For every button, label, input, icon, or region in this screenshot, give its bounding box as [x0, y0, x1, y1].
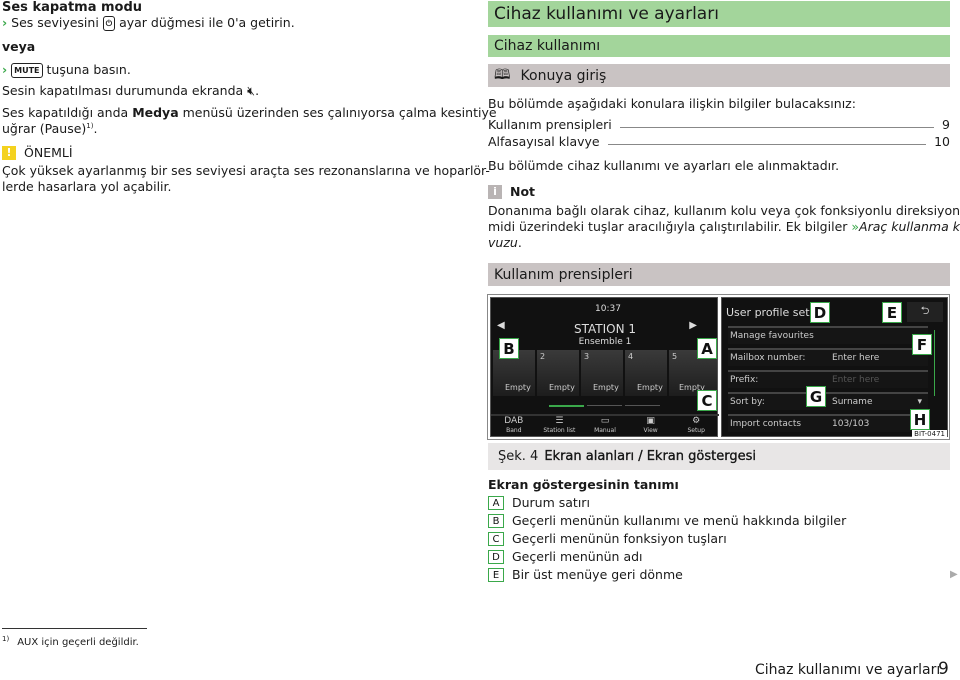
footer-title: Cihaz kullanımı ve ayarları	[755, 662, 941, 678]
radio-screen: 10:37 ◀ ▶ STATION 1 Ensemble 1 Empty 2 Em…	[490, 297, 719, 438]
manual-link[interactable]: Araç kullanma kıla-	[859, 219, 960, 234]
legend-item: B Geçerli menünün kullanımı ve menü hakkı…	[488, 513, 846, 528]
warning-title: ! ÖNEMLİ	[2, 145, 73, 160]
figure-caption: Şek. 4 Ekran alanları / Ekran göstergesi	[488, 443, 950, 470]
pause-text-1: Ses kapatıldığı anda Medya menüsü üzerin…	[2, 105, 497, 120]
speaker-muted-icon: 🔇︎	[247, 83, 256, 98]
station-name: STATION 1	[573, 322, 637, 336]
note-text-1: Donanıma bağlı olarak cihaz, kullanım ko…	[488, 203, 960, 218]
continue-arrow-icon: ▶	[950, 569, 958, 580]
legend-item: D Geçerli menünün adı	[488, 549, 643, 564]
footnote-divider	[2, 628, 147, 629]
legend-title: Ekran göstergesinin tanımı	[488, 477, 679, 492]
or-text: veya	[2, 39, 36, 54]
legend-item: C Geçerli menünün fonksiyon tuşları	[488, 531, 727, 546]
page-number: 9	[938, 659, 949, 679]
menu-row[interactable]: Prefix: Enter here	[728, 370, 928, 388]
status-time: 10:37	[595, 304, 621, 314]
profile-screen: User profile setup ⮌ Manage favourites M…	[721, 297, 948, 437]
function-buttons: DAB Band ☰ Station list ▭ Manual ▣ View ⚙ Set…	[491, 414, 719, 438]
note-text-2: midi üzerindeki tuşlar aracılığıyla çalı…	[488, 219, 960, 234]
callout-h: H	[910, 409, 930, 430]
section-heading: Ses kapatma modu	[2, 0, 143, 15]
info-icon: i	[488, 184, 502, 199]
legend-item: A Durum satırı	[488, 495, 590, 510]
toc-item[interactable]: Kullanım prensipleri 9	[488, 117, 950, 132]
setup-button[interactable]: ⚙ Setup	[673, 414, 719, 438]
step-2: › MUTE tuşuna basın.	[2, 62, 131, 78]
menu-row[interactable]: Mailbox number: Enter here	[728, 348, 928, 366]
preset-tile[interactable]: 4 Empty	[625, 350, 667, 396]
figure: 10:37 ◀ ▶ STATION 1 Ensemble 1 Empty 2 Em…	[487, 294, 950, 440]
toc-item[interactable]: Alfasayısal klavye 10	[488, 134, 950, 149]
footnote: 1) AUX için geçerli değildir.	[2, 635, 139, 649]
band-button[interactable]: DAB Band	[491, 414, 537, 438]
warning-icon: !	[2, 145, 16, 160]
menu-row[interactable]: Manage favourites	[728, 326, 928, 344]
scrollbar[interactable]	[934, 330, 935, 396]
chapter-title: Cihaz kullanımı ve ayarları	[488, 1, 950, 27]
ensemble-name: Ensemble 1	[578, 337, 632, 347]
back-button[interactable]: ⮌	[907, 302, 943, 322]
legend-item: E Bir üst menüye geri dönme	[488, 567, 683, 582]
step-1: › Ses seviyesini ⏻ ayar düğmesi ile 0'a …	[2, 15, 295, 31]
summary-text: Bu bölümde cihaz kullanımı ve ayarları e…	[488, 158, 840, 173]
menu-row[interactable]: Sort by: Surname ▾	[728, 392, 928, 410]
warning-text-2: lerde hasarlara yol açabilir.	[2, 179, 172, 194]
figure-code: BIT-0471	[912, 430, 947, 438]
callout-c: C	[697, 390, 717, 411]
station-list-button[interactable]: ☰ Station list	[536, 414, 583, 438]
intro-text: Bu bölümde aşağıdaki konulara ilişkin bi…	[488, 96, 856, 111]
mute-key-icon: MUTE	[11, 63, 43, 78]
manual-button[interactable]: ▭ Manual	[582, 414, 628, 438]
subchapter-title: Cihaz kullanımı	[488, 35, 950, 57]
callout-g: G	[806, 386, 826, 407]
pause-text-2: uğrar (Pause)1).	[2, 121, 98, 136]
screen-title: User profile setup	[726, 306, 824, 319]
power-knob-icon: ⏻	[102, 16, 116, 31]
callout-b: B	[499, 338, 519, 359]
warning-text-1: Çok yüksek ayarlanmış bir ses seviyesi a…	[2, 163, 490, 178]
preset-tile[interactable]: 3 Empty	[581, 350, 623, 396]
view-button[interactable]: ▣ View	[627, 414, 674, 438]
menu-row[interactable]: Import contacts 103/103	[728, 414, 928, 432]
preset-tile[interactable]: 2 Empty	[537, 350, 579, 396]
section-heading-principles: Kullanım prensipleri	[488, 263, 950, 286]
callout-f: F	[912, 334, 932, 355]
note-title: i Not	[488, 184, 535, 199]
intro-heading: 🕮 Konuya giriş	[488, 64, 950, 87]
callout-e: E	[882, 302, 902, 323]
mute-text: Sesin kapatılması durumunda ekranda 🔇︎.	[2, 83, 260, 98]
dropdown-icon: ▾	[917, 397, 922, 407]
callout-d: D	[810, 302, 830, 323]
book-icon: 🕮	[494, 66, 511, 83]
note-text-3: vuzu.	[488, 235, 522, 250]
callout-a: A	[697, 338, 717, 359]
